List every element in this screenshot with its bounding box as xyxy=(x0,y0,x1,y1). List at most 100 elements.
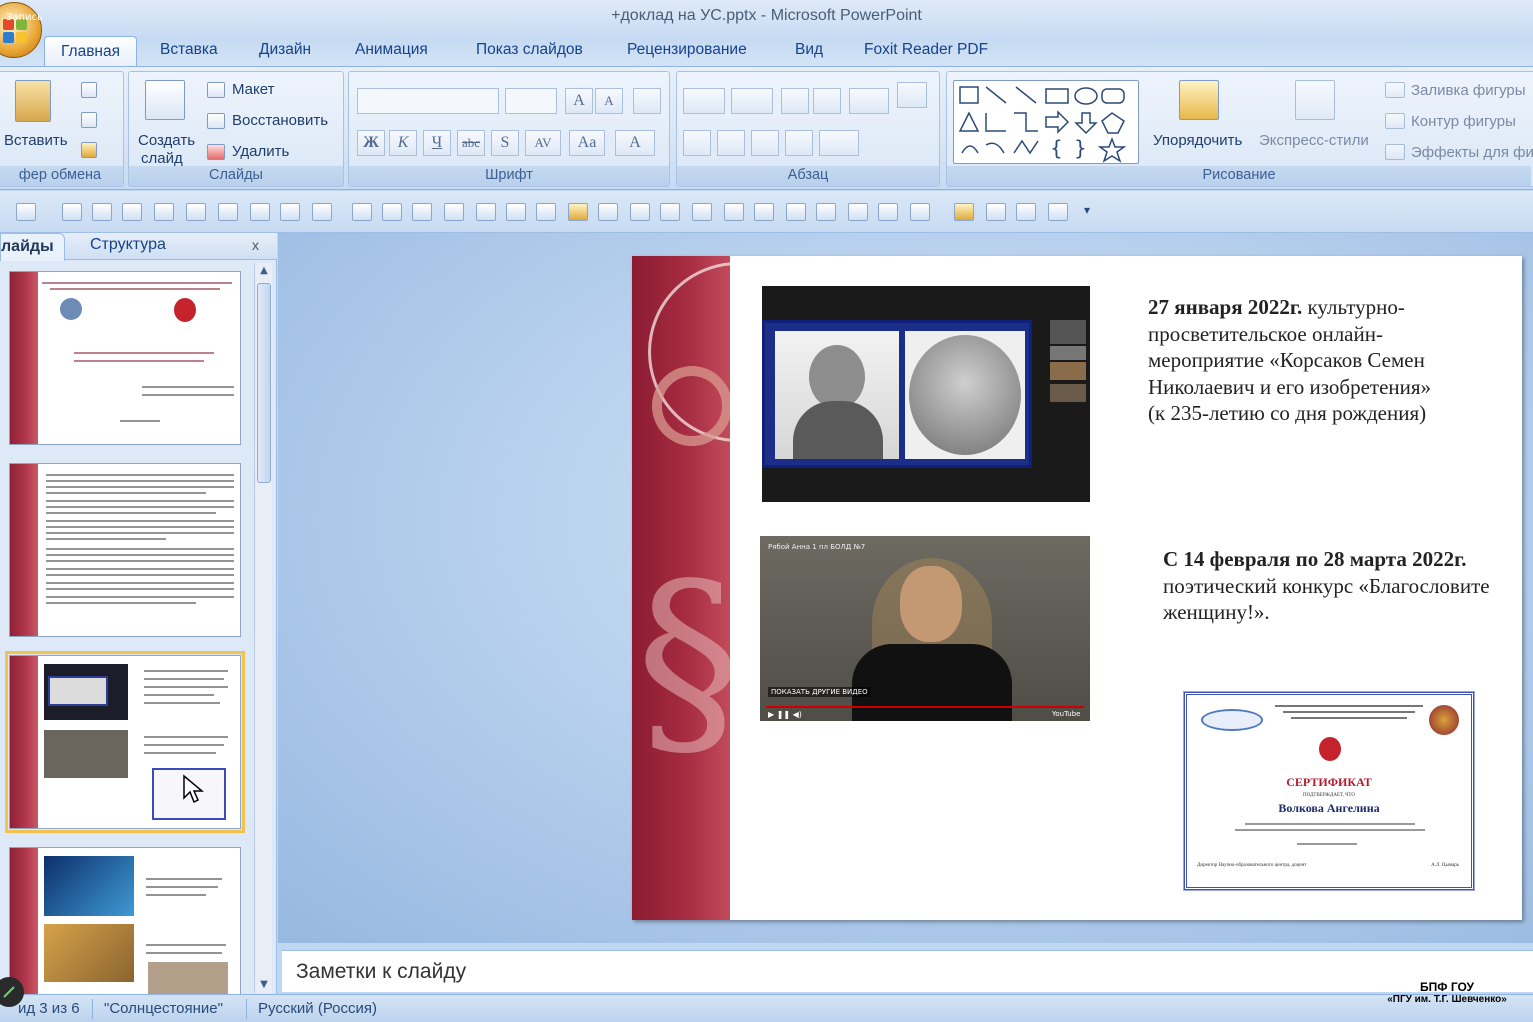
decrease-indent-icon[interactable] xyxy=(781,88,809,114)
spell-icon[interactable] xyxy=(154,203,174,221)
copy-icon[interactable] xyxy=(81,112,97,128)
tab-view[interactable]: Вид xyxy=(795,41,823,59)
play-icon[interactable]: ▶ ❚❚ ◀) xyxy=(768,710,802,719)
print-icon[interactable] xyxy=(92,203,112,221)
tab-design[interactable]: Дизайн xyxy=(259,41,311,59)
custom-animation-icon[interactable] xyxy=(506,203,526,221)
tab-outline[interactable]: Структура xyxy=(90,236,166,254)
case-button[interactable]: Aa xyxy=(569,130,605,156)
table-icon[interactable] xyxy=(848,203,868,221)
undo-icon[interactable] xyxy=(16,203,36,221)
language-status[interactable]: Русский (Россия) xyxy=(258,1000,377,1017)
spelling-check-icon[interactable] xyxy=(536,203,556,221)
zoom-icon[interactable] xyxy=(754,203,774,221)
tab-foxit[interactable]: Foxit Reader PDF xyxy=(864,41,988,59)
shape-effects-button[interactable]: Эффекты для фи xyxy=(1411,144,1533,161)
reset-button[interactable]: Восстановить xyxy=(232,112,328,129)
format-icon[interactable] xyxy=(250,203,270,221)
compress-icon[interactable] xyxy=(1048,203,1068,221)
slides-scrollbar[interactable]: ▲ ▼ xyxy=(254,263,272,993)
font-size-combo[interactable] xyxy=(505,88,557,114)
shape-outline-button[interactable]: Контур фигуры xyxy=(1411,113,1516,130)
text-direction-icon[interactable] xyxy=(897,82,927,108)
selection-pane-icon[interactable] xyxy=(786,203,806,221)
tab-animation[interactable]: Анимация xyxy=(355,41,428,59)
hand-icon[interactable] xyxy=(986,203,1006,221)
customize-qat-icon[interactable]: ▾ xyxy=(1084,203,1090,217)
align-left-icon[interactable] xyxy=(683,130,711,156)
quick-styles-button[interactable]: Экспресс-стили xyxy=(1259,132,1369,149)
print-preview-icon[interactable] xyxy=(122,203,142,221)
arrange-button[interactable]: Упорядочить xyxy=(1153,132,1242,149)
quick-styles-icon[interactable] xyxy=(1295,80,1335,120)
zoom-screenshot-image[interactable] xyxy=(762,286,1090,502)
youtube-logo[interactable]: YouTube xyxy=(1052,710,1080,718)
bullets-icon[interactable] xyxy=(683,88,725,114)
animate-icon[interactable] xyxy=(476,203,496,221)
ungroup-icon[interactable] xyxy=(382,203,402,221)
font-color-button[interactable]: A xyxy=(615,130,655,156)
shrink-font-icon[interactable]: A xyxy=(595,88,623,114)
send-backward-icon[interactable] xyxy=(660,203,680,221)
font-name-combo[interactable] xyxy=(357,88,499,114)
blank-page-icon[interactable] xyxy=(878,203,898,221)
slide-show-icon[interactable] xyxy=(724,203,744,221)
line-spacing-icon[interactable] xyxy=(849,88,889,114)
new-slide-icon[interactable] xyxy=(145,80,185,120)
slide-thumbnail-1[interactable] xyxy=(9,271,241,445)
tab-insert[interactable]: Вставка xyxy=(160,41,218,59)
redo-icon[interactable] xyxy=(62,203,82,221)
certificate-image[interactable]: СЕРТИФИКАТ подтверждает, что Волкова Анг… xyxy=(1183,691,1475,891)
tab-home[interactable]: Главная xyxy=(44,36,137,67)
folder-tools-icon[interactable] xyxy=(1016,203,1036,221)
paste-qat-icon[interactable] xyxy=(954,203,974,221)
paste-icon[interactable] xyxy=(15,80,51,122)
align-right-icon[interactable] xyxy=(751,130,779,156)
tab-review[interactable]: Рецензирование xyxy=(627,41,747,59)
shadow-button[interactable]: S xyxy=(491,130,519,156)
picture-icon[interactable] xyxy=(186,203,206,221)
insert-slide-icon[interactable] xyxy=(910,203,930,221)
show-more-videos[interactable]: ПОКАЗАТЬ ДРУГИЕ ВИДЕО xyxy=(768,687,871,697)
grow-font-icon[interactable]: A xyxy=(565,88,593,114)
spacing-button[interactable]: AV xyxy=(525,130,561,156)
layout-button[interactable]: Макет xyxy=(232,81,274,98)
crop-icon[interactable] xyxy=(218,203,238,221)
cut-icon[interactable] xyxy=(81,82,97,98)
smartart-icon[interactable] xyxy=(598,203,618,221)
tab-slideshow[interactable]: Показ слайдов xyxy=(476,41,583,59)
italic-button[interactable]: К xyxy=(389,130,417,156)
format-painter-icon[interactable] xyxy=(81,142,97,158)
bold-button[interactable]: Ж xyxy=(357,130,385,156)
youtube-video-player[interactable]: Рябой Анна 1 пл БОЛД №7 ПОКАЗАТЬ ДРУГИЕ … xyxy=(760,536,1090,721)
strike-button[interactable]: abc xyxy=(457,130,485,156)
video-progress-bar[interactable] xyxy=(766,706,1084,708)
ruler-icon[interactable] xyxy=(816,203,836,221)
clear-format-icon[interactable] xyxy=(633,88,661,114)
duplicate-icon[interactable] xyxy=(692,203,712,221)
layout-qat-icon[interactable] xyxy=(312,203,332,221)
shapes-gallery[interactable]: {} xyxy=(953,80,1139,164)
increase-indent-icon[interactable] xyxy=(813,88,841,114)
scroll-up-icon[interactable]: ▲ xyxy=(258,265,270,277)
new-slide-qat-icon[interactable] xyxy=(280,203,300,221)
justify-icon[interactable] xyxy=(785,130,813,156)
group-icon[interactable] xyxy=(352,203,372,221)
new-slide-line1[interactable]: Создать xyxy=(138,132,195,149)
align-center-icon[interactable] xyxy=(717,130,745,156)
arrange-icon[interactable] xyxy=(1179,80,1219,120)
underline-button[interactable]: Ч xyxy=(423,130,451,156)
bring-forward-icon[interactable] xyxy=(630,203,650,221)
slide-thumbnail-4[interactable] xyxy=(9,847,241,997)
tab-slides[interactable]: лайды xyxy=(0,233,65,261)
paste-button[interactable]: Вставить xyxy=(4,132,68,149)
new-slide-line2[interactable]: слайд xyxy=(141,150,183,167)
close-pane-icon[interactable]: x xyxy=(252,237,259,253)
scroll-thumb[interactable] xyxy=(257,283,271,483)
slide-thumbnail-3[interactable] xyxy=(5,651,245,833)
current-slide[interactable]: § 27 января 2022г. культурно-просветител… xyxy=(632,256,1522,920)
columns-icon[interactable] xyxy=(819,130,859,156)
edit-icon[interactable] xyxy=(444,203,464,221)
slide-thumbnail-2[interactable] xyxy=(9,463,241,637)
notes-placeholder[interactable]: Заметки к слайду xyxy=(296,960,466,984)
